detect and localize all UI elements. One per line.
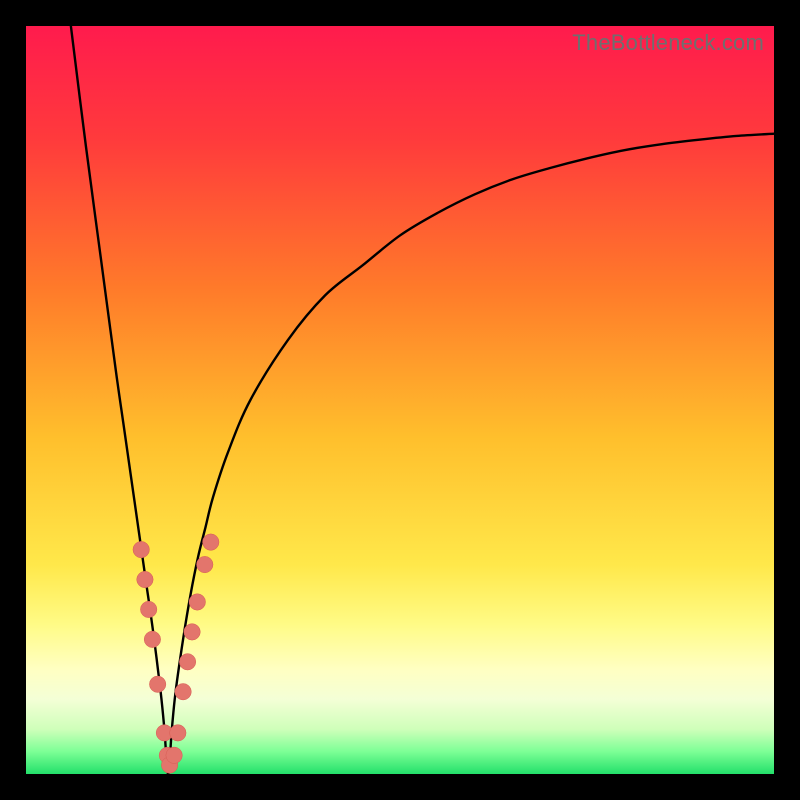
- highlight-dot: [179, 654, 195, 670]
- highlight-dot: [166, 747, 182, 763]
- highlight-dot: [137, 571, 153, 587]
- bottleneck-curve: [71, 26, 774, 774]
- highlight-dot: [149, 676, 165, 692]
- highlight-dot: [133, 541, 149, 557]
- chart-frame: TheBottleneck.com: [0, 0, 800, 800]
- highlight-dot: [144, 631, 160, 647]
- highlight-dot: [170, 725, 186, 741]
- highlight-dot: [203, 534, 219, 550]
- chart-svg-layer: [26, 26, 774, 774]
- chart-plot-area: TheBottleneck.com: [26, 26, 774, 774]
- highlight-dot: [189, 594, 205, 610]
- highlight-dot: [140, 601, 156, 617]
- highlight-dot-group: [133, 534, 219, 773]
- highlight-dot: [175, 683, 191, 699]
- highlight-dot: [197, 556, 213, 572]
- highlight-dot: [184, 624, 200, 640]
